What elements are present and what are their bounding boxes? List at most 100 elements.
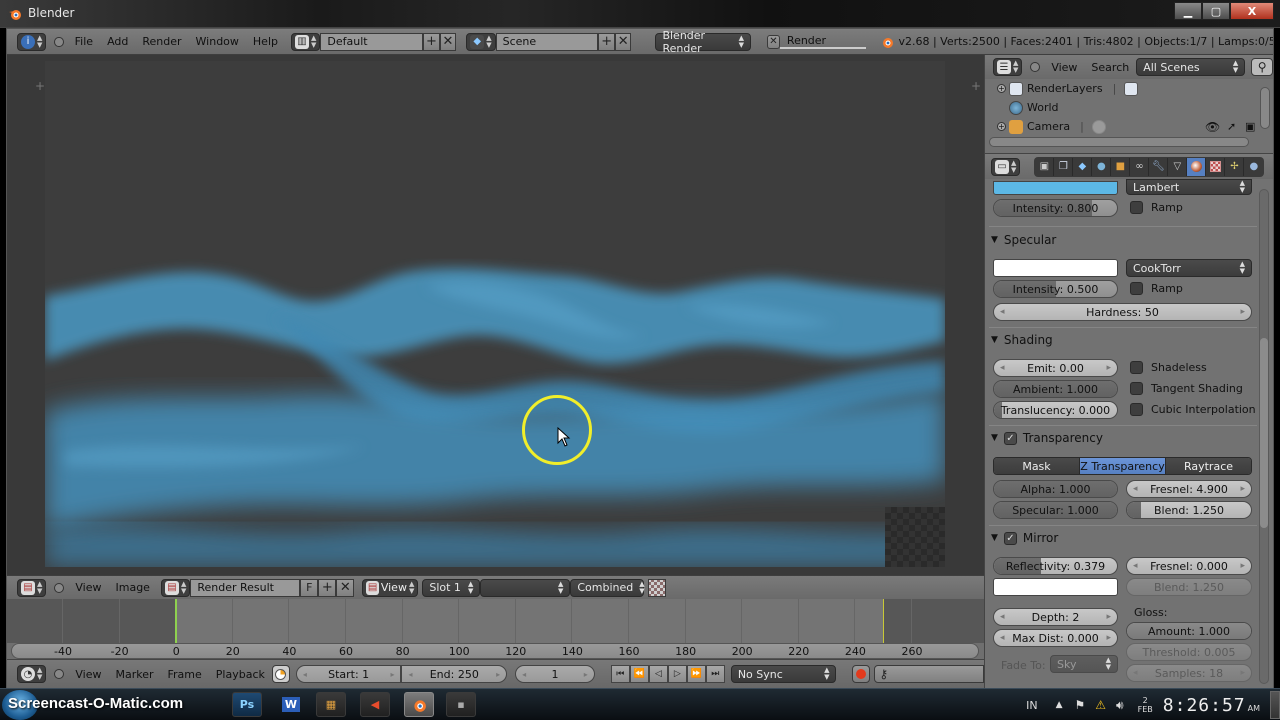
menu-playback[interactable]: Playback [209, 668, 272, 681]
mirror-blend-slider[interactable]: Blend: 1.250 [1126, 578, 1252, 596]
render-engine-dropdown[interactable]: Blender Render ▲ ▼ [655, 29, 752, 55]
cancel-render-icon[interactable]: ✕ [767, 34, 780, 49]
transparency-blend-slider[interactable]: Blend: 1.250 [1126, 501, 1252, 519]
date-display[interactable]: 2 FEB [1138, 696, 1153, 714]
outliner-horizontal-scrollbar[interactable] [989, 137, 1249, 147]
outliner-vertical-scrollbar[interactable] [1260, 87, 1270, 129]
expand-icon[interactable]: + [997, 84, 1006, 93]
play-button[interactable]: ▷ [667, 665, 687, 683]
transparency-enable-checkbox[interactable]: ✓ [1003, 431, 1017, 445]
image-name-field[interactable]: Render Result [190, 578, 301, 597]
outliner-item-camera[interactable]: + Camera | 👁 ➚ ▣ [997, 117, 1279, 136]
gloss-samples-field[interactable]: Samples: 18 [1126, 664, 1252, 682]
emit-field[interactable]: Emit: 0.00 [993, 359, 1118, 377]
end-frame-field[interactable]: ◂ End: 250 ▸ [401, 665, 508, 683]
editor-type-selector[interactable]: ☰ ▲ ▼ [993, 58, 1023, 76]
fade-to-dropdown[interactable]: Sky ▲ ▼ [1050, 655, 1118, 673]
area-split-icon[interactable]: + [971, 79, 981, 93]
mirror-panel-header[interactable]: ▼ ✓ Mirror [991, 531, 1058, 545]
hardness-field[interactable]: Hardness: 50 [993, 303, 1252, 321]
taskbar-photoshop[interactable]: Ps [232, 692, 262, 717]
minimize-button[interactable]: ▁ [1174, 2, 1202, 20]
specular-shader-dropdown[interactable]: CookTorr ▲ ▼ [1126, 259, 1252, 277]
max-dist-field[interactable]: Max Dist: 0.000 [993, 629, 1118, 647]
current-frame-indicator[interactable] [175, 599, 178, 643]
properties-scrollbar[interactable] [1259, 189, 1269, 684]
reflectivity-slider[interactable]: Reflectivity: 0.379 [993, 557, 1118, 575]
current-frame-field[interactable]: ◂ 1 ▸ [515, 665, 595, 683]
collapse-menu-icon[interactable] [54, 669, 65, 679]
show-hidden-icons[interactable]: ▲ [1056, 700, 1063, 710]
menu-marker[interactable]: Marker [108, 668, 160, 681]
jump-start-button[interactable]: ⏮ [610, 665, 630, 683]
expand-icon[interactable]: + [997, 122, 1006, 131]
mode-z-transparency-button[interactable]: Z Transparency [1080, 458, 1166, 474]
tab-object[interactable]: ■ [1111, 157, 1131, 176]
new-image-button[interactable]: + [318, 578, 337, 597]
keying-set-field[interactable]: ⚷ [874, 665, 984, 683]
tab-render-layers[interactable]: ❐ [1054, 157, 1074, 176]
jump-end-button[interactable]: ⏭ [705, 665, 725, 683]
clock-time[interactable]: 8:26:57 [1163, 695, 1246, 716]
outliner-item-world[interactable]: World [1009, 98, 1279, 117]
specular-panel-header[interactable]: ▼ Specular [991, 233, 1056, 247]
area-split-icon[interactable]: + [35, 79, 45, 93]
selectability-cursor-icon[interactable]: ➚ [1227, 120, 1236, 133]
diffuse-color-swatch[interactable] [993, 181, 1118, 195]
menu-search[interactable]: Search [1084, 61, 1136, 74]
screen-layout-selector[interactable]: ▥ ▲ ▼ [290, 32, 321, 51]
editor-type-selector[interactable]: ▤ ▲ ▼ [17, 578, 47, 597]
visibility-eye-icon[interactable]: 👁 [1205, 120, 1220, 134]
specular-intensity-slider[interactable]: Intensity: 0.500 [993, 280, 1118, 298]
fake-user-button[interactable]: F [300, 578, 319, 597]
scene-field[interactable]: Scene [495, 32, 599, 51]
volume-icon[interactable]: 🔊︎ [1116, 698, 1124, 713]
screen-layout-field[interactable]: Default [320, 32, 424, 51]
unlink-image-button[interactable]: ✕ [336, 578, 355, 597]
taskbar-word[interactable]: W [276, 692, 306, 717]
scene-selector[interactable]: ◆ ▲ ▼ [466, 32, 496, 51]
close-button[interactable]: X [1230, 2, 1274, 20]
specular-color-swatch[interactable] [993, 259, 1118, 277]
add-scene-button[interactable]: + [598, 32, 615, 51]
menu-frame[interactable]: Frame [161, 668, 209, 681]
transparency-fresnel-field[interactable]: Fresnel: 4.900 [1126, 480, 1252, 498]
tab-particles[interactable]: ✢ [1225, 157, 1245, 176]
action-center-flag-icon[interactable]: ⚑ [1075, 698, 1086, 712]
jump-keyframe-forward-button[interactable]: ⏩ [686, 665, 706, 683]
auto-keyframe-button[interactable] [852, 665, 871, 683]
collapse-menu-icon[interactable] [1030, 62, 1041, 72]
slot-dropdown[interactable]: Slot 1 ▲ ▼ [422, 578, 481, 597]
jump-keyframe-back-button[interactable]: ⏪ [629, 665, 649, 683]
diffuse-ramp-checkbox[interactable]: Ramp [1130, 201, 1183, 214]
start-frame-field[interactable]: ◂ Start: 1 ▸ [295, 665, 402, 683]
alpha-display-toggle[interactable] [648, 578, 667, 597]
collapse-menu-icon[interactable] [54, 582, 65, 593]
view-mode-dropdown[interactable]: ▤ View ▲ ▼ [362, 578, 419, 597]
mirror-color-swatch[interactable] [993, 578, 1118, 596]
menu-file[interactable]: File [68, 35, 100, 48]
remove-scene-button[interactable]: ✕ [614, 32, 632, 51]
taskbar-video-editor[interactable]: ▦ [316, 692, 346, 717]
timeline-ruler[interactable]: -40 -20 0 20 40 60 80 100 120 140 160 180 200 220 240 2… [11, 643, 979, 659]
add-screen-button[interactable]: + [423, 32, 440, 51]
editor-type-selector[interactable]: i ▲ ▼ [17, 32, 47, 51]
menu-add[interactable]: Add [100, 35, 135, 48]
menu-help[interactable]: Help [246, 35, 285, 48]
taskbar-command-prompt[interactable]: ▪ [446, 692, 476, 717]
image-browse-button[interactable]: ▤ ▲ ▼ [160, 578, 191, 597]
sync-mode-dropdown[interactable]: No Sync ▲ ▼ [730, 665, 837, 683]
menu-view[interactable]: View [68, 581, 108, 594]
transparency-specular-slider[interactable]: Specular: 1.000 [993, 501, 1118, 519]
mode-raytrace-button[interactable]: Raytrace [1166, 458, 1251, 474]
editor-type-selector[interactable]: ▭ ▲ ▼ [991, 157, 1021, 176]
shadeless-checkbox[interactable]: Shadeless [1130, 361, 1207, 374]
editor-type-selector[interactable]: ◔ ▲ ▼ [17, 665, 47, 683]
diffuse-shader-dropdown[interactable]: Lambert ▲ ▼ [1126, 179, 1252, 195]
layer-dropdown[interactable]: ▲ ▼ [480, 578, 571, 597]
menu-image[interactable]: Image [109, 581, 157, 594]
mirror-enable-checkbox[interactable]: ✓ [1003, 531, 1017, 545]
renderability-camera-icon[interactable]: ▣ [1245, 120, 1255, 133]
image-editor-viewport[interactable]: + + [7, 55, 984, 575]
mirror-fresnel-field[interactable]: Fresnel: 0.000 [1126, 557, 1252, 575]
